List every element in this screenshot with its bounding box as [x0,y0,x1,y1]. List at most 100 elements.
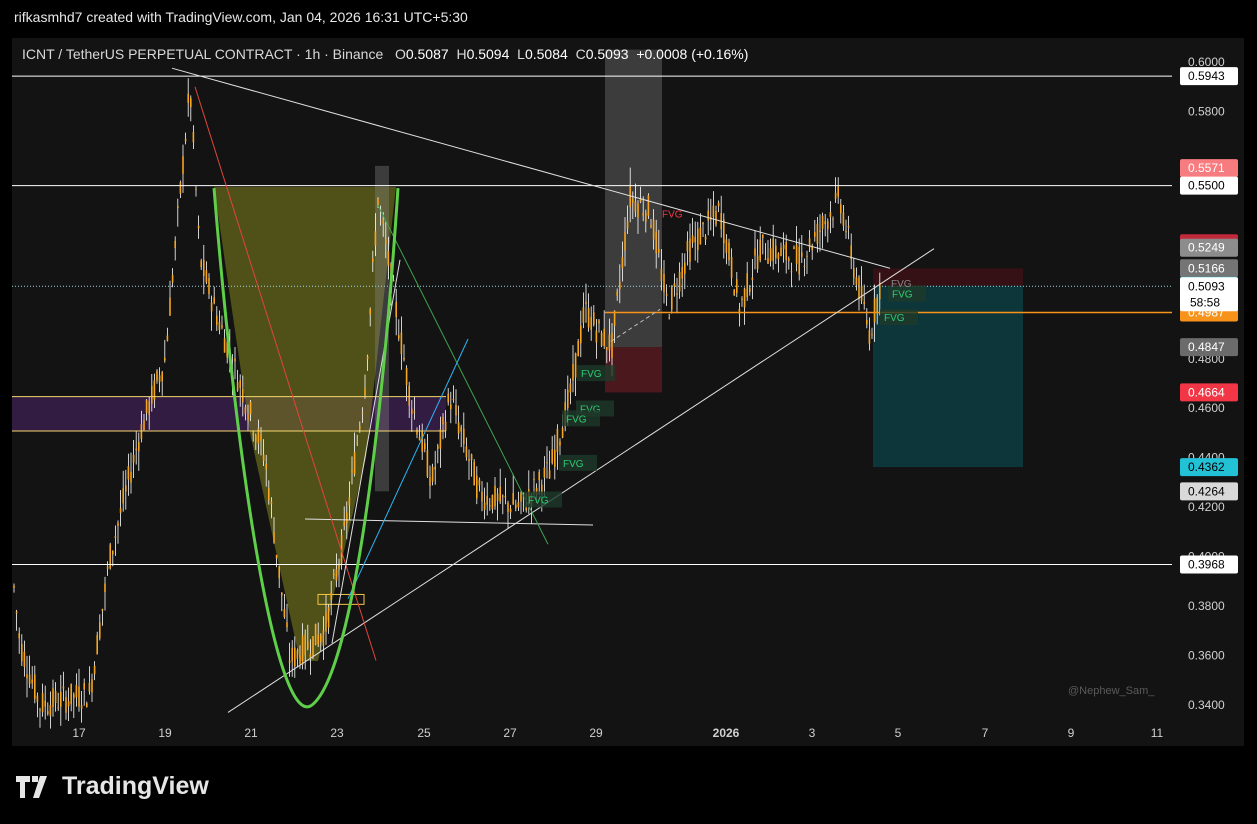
price-tag-label: 0.5571 [1188,161,1225,175]
fvg-label: FVG [884,313,905,324]
candle-body [754,248,756,256]
price-tag-label: 0.4847 [1188,340,1225,354]
candle-body [834,192,837,199]
price-tag-label: 0.4664 [1188,385,1225,399]
candle-body [444,421,447,432]
candle-body [392,280,395,282]
candle-body [574,353,577,378]
candle-body [801,252,803,257]
candle-body [543,467,546,478]
candle-body [244,407,247,414]
candle-body [177,206,179,209]
candle-body [213,297,215,304]
fvg-label: FVG [662,210,683,221]
candle-body [470,454,473,461]
symbol-info-bar: ICNT / TetherUS PERPETUAL CONTRACT · 1h … [22,46,748,62]
candle-body [533,478,535,481]
candle-body [28,674,31,685]
time-tick-label: 17 [72,726,86,740]
candle-body [759,239,761,261]
price-tick-label: 0.4200 [1188,500,1225,514]
candle-body [819,230,821,232]
candle-body [746,273,748,298]
candle-body [114,536,117,539]
last-price-label: 0.5093 [1188,279,1225,293]
candle-body [294,647,296,667]
time-tick-label: 19 [158,726,172,740]
candle-body [590,317,592,331]
candle-body [372,258,374,263]
countdown-label: 58:58 [1190,295,1220,309]
candle-body [637,203,639,218]
candle-body [595,330,598,343]
fvg-label: FVG [528,495,549,506]
candle-body [439,429,442,449]
candle-body [304,634,306,656]
candle-body [697,228,699,251]
candle-body [730,256,733,279]
candle-body [265,464,267,470]
candle-body [327,606,330,628]
price-tick-label: 0.5800 [1188,104,1225,118]
candle-body [580,325,582,344]
candle-body [60,691,62,707]
candle-body [481,491,483,502]
candle-body [762,234,764,238]
candle-body [548,470,551,479]
price-tag-label: 0.3968 [1188,558,1225,572]
candle-body [187,93,189,103]
candle-body [816,223,819,244]
candle-body [611,332,613,359]
candle-body [403,357,405,360]
tradingview-logo-icon [16,775,47,798]
candle-body [873,298,876,323]
candle-body [632,198,634,203]
price-chart[interactable]: FVGFVGFVGFVGFVGFVGFVGFVGFVG 0.6000 0.5800… [0,0,1257,824]
candle-body [184,138,187,142]
candle-body [132,454,135,463]
price-tick-label: 0.4600 [1188,401,1225,415]
candle-body [847,225,850,228]
candle-body [223,338,226,353]
candle-body [47,711,49,714]
candle-body [395,302,397,318]
candle-body [73,694,75,699]
candle-body [83,683,85,690]
candle-body [262,454,265,461]
candle-body [400,332,403,354]
price-tag-label: 0.4362 [1188,460,1225,474]
brand-name: TradingView [62,772,209,800]
candle-body [93,665,96,675]
candle-body [356,442,358,444]
candle-body [803,265,806,267]
candle-body [704,236,707,240]
candle-body [312,636,314,656]
candle-body [205,270,208,283]
candle-body [203,259,205,277]
candle-body [603,328,605,346]
candle-body [717,202,720,207]
candle-body [707,210,709,221]
candle-body [725,239,728,253]
candle-body [413,411,416,413]
candle-body [296,650,299,659]
candle-body [572,363,574,381]
candle-body [366,356,369,360]
candle-body [608,334,611,351]
candle-body [567,389,569,408]
candle-body [842,212,845,226]
candle-body [668,317,670,319]
symbol-name: ICNT / TetherUS PERPETUAL CONTRACT · 1h … [22,46,384,62]
candle-body [143,420,145,430]
candle-body [216,315,218,325]
candle-body [569,383,572,393]
candle-body [398,335,400,339]
candle-body [447,393,449,403]
candle-body [452,399,455,401]
candle-body [457,422,460,434]
low-label: L [517,46,525,62]
candle-body [699,227,702,245]
candle-body [91,679,93,693]
candle-body [374,231,377,246]
candle-body [634,201,637,213]
